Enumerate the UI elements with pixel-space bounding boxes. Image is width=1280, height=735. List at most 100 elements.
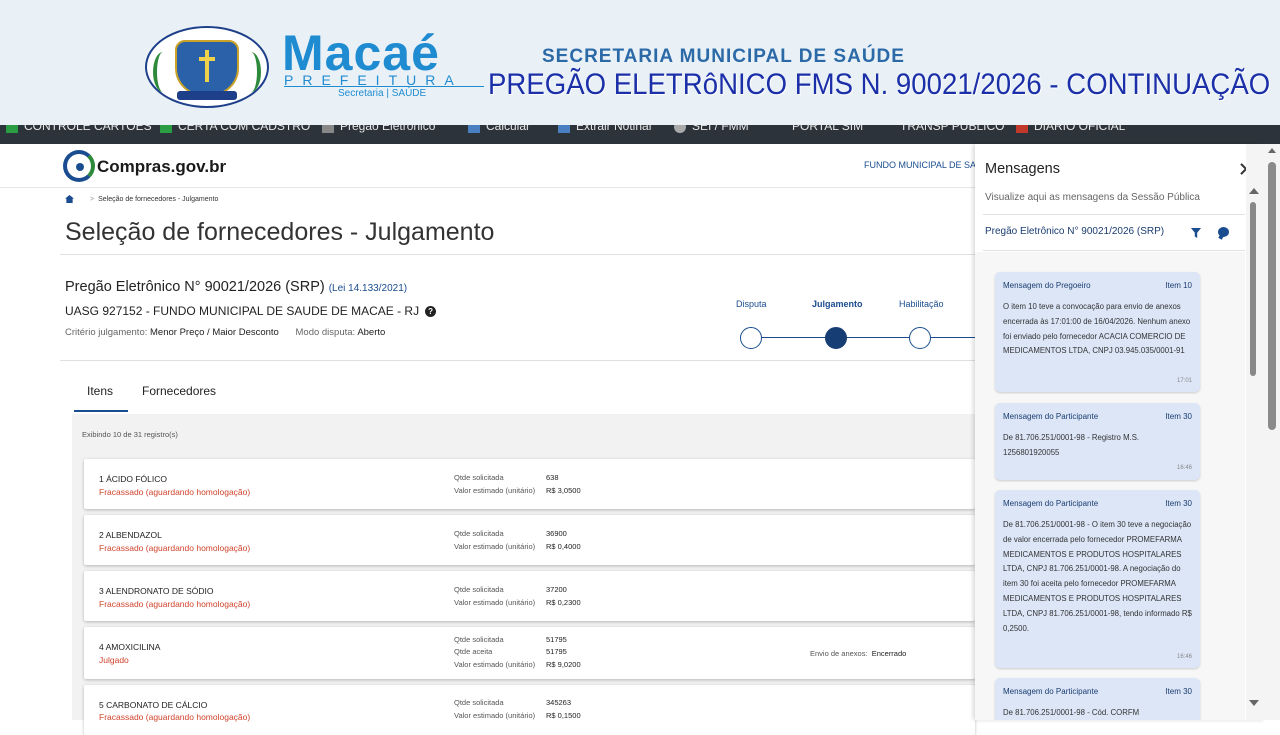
compras-page: Compras.gov.br FUNDO MUNICIPAL DE SAÚDE … bbox=[0, 144, 1280, 735]
estimated-label: Valor estimado (unitário) bbox=[454, 542, 536, 551]
process-title: Pregão Eletrônico N° 90021/2026 (SRP) (Le… bbox=[65, 279, 407, 295]
logo-divider bbox=[284, 86, 484, 87]
calculator-icon bbox=[468, 125, 480, 133]
message-item: Item 30 bbox=[1165, 412, 1192, 421]
home-icon[interactable] bbox=[65, 195, 74, 203]
step-dot-disputa[interactable] bbox=[740, 327, 762, 349]
page-title: Seleção de fornecedores - Julgamento bbox=[65, 218, 495, 246]
pregao-banner-title: PREGÃO ELETRôNICO FMS N. 90021/2026 - CO… bbox=[488, 68, 1271, 101]
bookmark-item[interactable]: SEI / FMM bbox=[674, 125, 749, 133]
item-card[interactable]: 1 ÁCIDO FÓLICO Fracassado (aguardando ho… bbox=[84, 459, 975, 509]
bookmark-item[interactable]: PORTAL SIM bbox=[792, 125, 863, 133]
estimated-label: Valor estimado (unitário) bbox=[454, 660, 536, 669]
filter-icon[interactable] bbox=[1191, 228, 1201, 238]
item-name: 3 ALENDRONATO DE SÓDIO bbox=[99, 586, 214, 596]
item-card[interactable]: 4 AMOXICILINA Julgado Qtde solicitada 51… bbox=[84, 627, 975, 679]
qty-value: 37200 bbox=[546, 585, 567, 594]
accepted-label: Qtde aceita bbox=[454, 647, 493, 656]
qty-label: Qtde solicitada bbox=[454, 635, 504, 644]
estimated-value: R$ 9,0200 bbox=[546, 660, 581, 669]
page-scroll-thumb[interactable] bbox=[1268, 162, 1276, 430]
messages-panel: Mensagens Visualize aqui as mensagens da… bbox=[975, 144, 1265, 720]
step-dot-julgamento[interactable] bbox=[825, 327, 847, 349]
uasg-info: UASG 927152 - FUNDO MUNICIPAL DE SAUDE D… bbox=[65, 304, 437, 318]
message-text: De 81.706.251/0001-98 - Registro M.S. 12… bbox=[1003, 433, 1140, 457]
secretaria-saude-text: Secretaria | SAÚDE bbox=[338, 88, 427, 99]
step-label-disputa: Disputa bbox=[736, 299, 767, 309]
bookmark-item[interactable]: Extrair Notinal bbox=[558, 125, 651, 133]
attachments-label: Envio de anexos: bbox=[810, 649, 868, 658]
message-from: Mensagem do Pregoeiro bbox=[1003, 281, 1091, 290]
tab-itens[interactable]: Itens bbox=[87, 384, 113, 398]
message-card: Mensagem do Participante Item 30 De 81.7… bbox=[995, 490, 1200, 668]
record-count: Exibindo 10 de 31 registro(s) bbox=[82, 430, 178, 439]
message-from: Mensagem do Participante bbox=[1003, 412, 1099, 421]
item-card[interactable]: 2 ALBENDAZOL Fracassado (aguardando homo… bbox=[84, 515, 975, 565]
scroll-up-icon[interactable] bbox=[1249, 188, 1259, 194]
site-header: Compras.gov.br FUNDO MUNICIPAL DE SAÚDE bbox=[0, 144, 995, 188]
page-icon bbox=[322, 125, 334, 133]
mode-value: Aberto bbox=[357, 327, 386, 338]
uasg-text: UASG 927152 - FUNDO MUNICIPAL DE SAUDE D… bbox=[65, 304, 420, 318]
mode-label: Modo disputa: bbox=[295, 327, 356, 338]
sheet-icon bbox=[6, 125, 18, 133]
item-status: Julgado bbox=[99, 655, 129, 665]
attachments-value: Encerrado bbox=[871, 649, 907, 658]
law-link[interactable]: (Lei 14.133/2021) bbox=[329, 283, 407, 294]
chat-icon[interactable] bbox=[1218, 227, 1229, 237]
bookmark-item[interactable]: DIARIO OFICIAL bbox=[1016, 125, 1125, 133]
messages-pregao: Pregão Eletrônico N° 90021/2026 (SRP) bbox=[985, 226, 1165, 237]
qty-label: Qtde solicitada bbox=[454, 698, 504, 707]
message-time: 16:46 bbox=[1176, 654, 1192, 660]
item-name: 4 AMOXICILINA bbox=[99, 642, 161, 652]
messages-scroll-thumb[interactable] bbox=[1250, 202, 1256, 376]
compras-logo-icon[interactable] bbox=[63, 150, 95, 182]
estimated-label: Valor estimado (unitário) bbox=[454, 711, 536, 720]
step-dot-habilitacao[interactable] bbox=[909, 327, 931, 349]
item-status: Fracassado (aguardando homologação) bbox=[99, 543, 251, 553]
estimated-label: Valor estimado (unitário) bbox=[454, 598, 536, 607]
criteria-info: Critério julgamento: Menor Preço / Maior… bbox=[65, 327, 399, 338]
divider bbox=[60, 360, 975, 361]
help-icon[interactable]: ? bbox=[425, 306, 437, 318]
scroll-down-icon[interactable] bbox=[1249, 700, 1259, 706]
messages-subtitle: Visualize aqui as mensagens da Sessão Pú… bbox=[985, 192, 1200, 203]
message-item: Item 30 bbox=[1165, 687, 1192, 696]
estimated-label: Valor estimado (unitário) bbox=[454, 486, 536, 495]
estimated-value: R$ 0,4000 bbox=[546, 542, 581, 551]
estimated-value: R$ 0,1500 bbox=[546, 711, 581, 720]
message-card: Mensagem do Participante Item 30 De 81.7… bbox=[995, 403, 1200, 480]
item-card[interactable]: 5 CARBONATO DE CÁLCIO Fracassado (aguard… bbox=[84, 685, 975, 735]
message-text: De 81.706.251/0001-98 - Cód. CORFM bbox=[1003, 708, 1140, 717]
qty-value: 36900 bbox=[546, 529, 567, 538]
message-time: 17:01 bbox=[1176, 378, 1192, 384]
divider bbox=[60, 254, 975, 255]
bookmark-item[interactable]: Pregão Eletrônico bbox=[322, 125, 435, 133]
bookmark-item[interactable]: Calcular bbox=[468, 125, 530, 133]
qty-label: Qtde solicitada bbox=[454, 473, 504, 482]
bookmark-item[interactable]: CERTA COM CADSTRO bbox=[160, 125, 310, 133]
macae-logo-text: Macaé bbox=[282, 25, 440, 81]
message-from: Mensagem do Participante bbox=[1003, 687, 1099, 696]
qty-value: 51795 bbox=[546, 635, 567, 644]
bookmark-item[interactable]: TRANSP PUBLICO bbox=[900, 125, 1004, 133]
item-name: 2 ALBENDAZOL bbox=[99, 530, 162, 540]
globe-icon bbox=[674, 125, 686, 133]
bookmarks-bar: CONTROLE CARTOES CERTA COM CADSTRO Pregã… bbox=[0, 125, 1280, 144]
bookmark-item[interactable]: CONTROLE CARTOES bbox=[6, 125, 152, 133]
qty-label: Qtde solicitada bbox=[454, 529, 504, 538]
messages-list: Mensagem do Pregoeiro Item 10 O item 10 … bbox=[975, 252, 1245, 720]
breadcrumb: > Seleção de fornecedores - Julgamento bbox=[65, 195, 218, 203]
divider bbox=[983, 250, 1245, 251]
step-label-julgamento: Julgamento bbox=[812, 299, 863, 309]
item-card[interactable]: 3 ALENDRONATO DE SÓDIO Fracassado (aguar… bbox=[84, 571, 975, 621]
item-status: Fracassado (aguardando homologação) bbox=[99, 599, 251, 609]
item-name: 5 CARBONATO DE CÁLCIO bbox=[99, 700, 208, 710]
page-scroll-up-icon[interactable] bbox=[1268, 148, 1276, 153]
message-text: De 81.706.251/0001-98 - O item 30 teve a… bbox=[1003, 520, 1192, 633]
message-card: Mensagem do Pregoeiro Item 10 O item 10 … bbox=[995, 272, 1200, 392]
attachments-status: Envio de anexos: Encerrado bbox=[810, 649, 906, 658]
message-time: 16:46 bbox=[1176, 465, 1192, 471]
tab-fornecedores[interactable]: Fornecedores bbox=[142, 384, 216, 398]
site-name[interactable]: Compras.gov.br bbox=[97, 157, 226, 177]
